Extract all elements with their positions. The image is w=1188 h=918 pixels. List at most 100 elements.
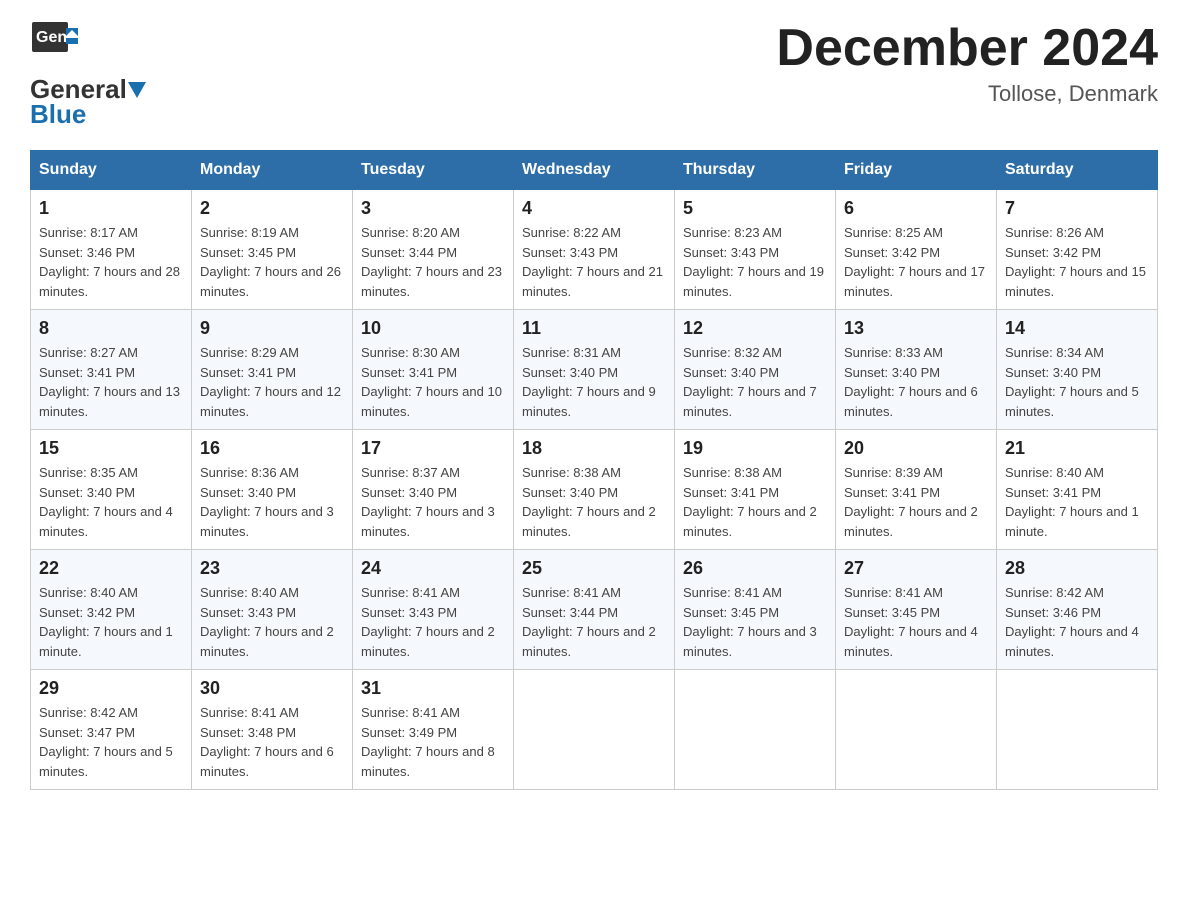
calendar-cell: 12 Sunrise: 8:32 AM Sunset: 3:40 PM Dayl… [675, 310, 836, 430]
day-info: Sunrise: 8:41 AM Sunset: 3:43 PM Dayligh… [361, 583, 505, 661]
day-info: Sunrise: 8:35 AM Sunset: 3:40 PM Dayligh… [39, 463, 183, 541]
day-info: Sunrise: 8:36 AM Sunset: 3:40 PM Dayligh… [200, 463, 344, 541]
day-info: Sunrise: 8:41 AM Sunset: 3:44 PM Dayligh… [522, 583, 666, 661]
calendar-cell: 14 Sunrise: 8:34 AM Sunset: 3:40 PM Dayl… [997, 310, 1158, 430]
day-info: Sunrise: 8:27 AM Sunset: 3:41 PM Dayligh… [39, 343, 183, 421]
day-number: 13 [844, 318, 988, 339]
day-number: 24 [361, 558, 505, 579]
day-info: Sunrise: 8:41 AM Sunset: 3:48 PM Dayligh… [200, 703, 344, 781]
day-info: Sunrise: 8:41 AM Sunset: 3:45 PM Dayligh… [844, 583, 988, 661]
week-row-1: 1 Sunrise: 8:17 AM Sunset: 3:46 PM Dayli… [31, 190, 1158, 310]
day-info: Sunrise: 8:41 AM Sunset: 3:45 PM Dayligh… [683, 583, 827, 661]
day-number: 23 [200, 558, 344, 579]
day-info: Sunrise: 8:34 AM Sunset: 3:40 PM Dayligh… [1005, 343, 1149, 421]
day-number: 5 [683, 198, 827, 219]
page-header: Gen General Blue December 2024 Tollose, … [30, 20, 1158, 130]
day-number: 11 [522, 318, 666, 339]
calendar-cell [836, 670, 997, 790]
day-number: 8 [39, 318, 183, 339]
calendar-subtitle: Tollose, Denmark [776, 81, 1158, 107]
calendar-cell: 29 Sunrise: 8:42 AM Sunset: 3:47 PM Dayl… [31, 670, 192, 790]
day-info: Sunrise: 8:32 AM Sunset: 3:40 PM Dayligh… [683, 343, 827, 421]
calendar-cell: 19 Sunrise: 8:38 AM Sunset: 3:41 PM Dayl… [675, 430, 836, 550]
weekday-header-tuesday: Tuesday [353, 151, 514, 190]
day-info: Sunrise: 8:29 AM Sunset: 3:41 PM Dayligh… [200, 343, 344, 421]
logo: Gen General Blue [30, 20, 147, 130]
day-number: 4 [522, 198, 666, 219]
day-info: Sunrise: 8:30 AM Sunset: 3:41 PM Dayligh… [361, 343, 505, 421]
day-info: Sunrise: 8:20 AM Sunset: 3:44 PM Dayligh… [361, 223, 505, 301]
logo-icon: Gen [30, 20, 82, 72]
day-number: 12 [683, 318, 827, 339]
header-row: SundayMondayTuesdayWednesdayThursdayFrid… [31, 151, 1158, 190]
weekday-header-sunday: Sunday [31, 151, 192, 190]
calendar-cell: 22 Sunrise: 8:40 AM Sunset: 3:42 PM Dayl… [31, 550, 192, 670]
calendar-cell: 2 Sunrise: 8:19 AM Sunset: 3:45 PM Dayli… [192, 190, 353, 310]
day-info: Sunrise: 8:31 AM Sunset: 3:40 PM Dayligh… [522, 343, 666, 421]
calendar-cell: 15 Sunrise: 8:35 AM Sunset: 3:40 PM Dayl… [31, 430, 192, 550]
day-info: Sunrise: 8:38 AM Sunset: 3:40 PM Dayligh… [522, 463, 666, 541]
day-info: Sunrise: 8:40 AM Sunset: 3:42 PM Dayligh… [39, 583, 183, 661]
calendar-cell: 21 Sunrise: 8:40 AM Sunset: 3:41 PM Dayl… [997, 430, 1158, 550]
weekday-header-saturday: Saturday [997, 151, 1158, 190]
day-number: 19 [683, 438, 827, 459]
day-info: Sunrise: 8:25 AM Sunset: 3:42 PM Dayligh… [844, 223, 988, 301]
week-row-5: 29 Sunrise: 8:42 AM Sunset: 3:47 PM Dayl… [31, 670, 1158, 790]
calendar-cell: 23 Sunrise: 8:40 AM Sunset: 3:43 PM Dayl… [192, 550, 353, 670]
weekday-header-friday: Friday [836, 151, 997, 190]
day-info: Sunrise: 8:19 AM Sunset: 3:45 PM Dayligh… [200, 223, 344, 301]
day-number: 18 [522, 438, 666, 459]
day-number: 27 [844, 558, 988, 579]
calendar-cell: 9 Sunrise: 8:29 AM Sunset: 3:41 PM Dayli… [192, 310, 353, 430]
calendar-cell [997, 670, 1158, 790]
calendar-cell [675, 670, 836, 790]
calendar-cell: 16 Sunrise: 8:36 AM Sunset: 3:40 PM Dayl… [192, 430, 353, 550]
calendar-cell: 4 Sunrise: 8:22 AM Sunset: 3:43 PM Dayli… [514, 190, 675, 310]
day-number: 9 [200, 318, 344, 339]
weekday-header-wednesday: Wednesday [514, 151, 675, 190]
calendar-cell [514, 670, 675, 790]
day-number: 6 [844, 198, 988, 219]
day-number: 2 [200, 198, 344, 219]
weekday-header-monday: Monday [192, 151, 353, 190]
logo-triangle-icon [128, 82, 146, 98]
calendar-cell: 6 Sunrise: 8:25 AM Sunset: 3:42 PM Dayli… [836, 190, 997, 310]
day-number: 29 [39, 678, 183, 699]
day-info: Sunrise: 8:42 AM Sunset: 3:47 PM Dayligh… [39, 703, 183, 781]
day-info: Sunrise: 8:40 AM Sunset: 3:41 PM Dayligh… [1005, 463, 1149, 541]
week-row-4: 22 Sunrise: 8:40 AM Sunset: 3:42 PM Dayl… [31, 550, 1158, 670]
calendar-table: SundayMondayTuesdayWednesdayThursdayFrid… [30, 150, 1158, 790]
calendar-cell: 18 Sunrise: 8:38 AM Sunset: 3:40 PM Dayl… [514, 430, 675, 550]
calendar-cell: 13 Sunrise: 8:33 AM Sunset: 3:40 PM Dayl… [836, 310, 997, 430]
day-info: Sunrise: 8:33 AM Sunset: 3:40 PM Dayligh… [844, 343, 988, 421]
week-row-2: 8 Sunrise: 8:27 AM Sunset: 3:41 PM Dayli… [31, 310, 1158, 430]
day-number: 28 [1005, 558, 1149, 579]
calendar-cell: 1 Sunrise: 8:17 AM Sunset: 3:46 PM Dayli… [31, 190, 192, 310]
day-number: 7 [1005, 198, 1149, 219]
calendar-cell: 20 Sunrise: 8:39 AM Sunset: 3:41 PM Dayl… [836, 430, 997, 550]
calendar-cell: 3 Sunrise: 8:20 AM Sunset: 3:44 PM Dayli… [353, 190, 514, 310]
day-info: Sunrise: 8:39 AM Sunset: 3:41 PM Dayligh… [844, 463, 988, 541]
day-info: Sunrise: 8:42 AM Sunset: 3:46 PM Dayligh… [1005, 583, 1149, 661]
day-number: 10 [361, 318, 505, 339]
calendar-cell: 28 Sunrise: 8:42 AM Sunset: 3:46 PM Dayl… [997, 550, 1158, 670]
day-number: 3 [361, 198, 505, 219]
day-info: Sunrise: 8:40 AM Sunset: 3:43 PM Dayligh… [200, 583, 344, 661]
logo-blue: Blue [30, 99, 86, 130]
calendar-cell: 24 Sunrise: 8:41 AM Sunset: 3:43 PM Dayl… [353, 550, 514, 670]
day-info: Sunrise: 8:37 AM Sunset: 3:40 PM Dayligh… [361, 463, 505, 541]
calendar-cell: 5 Sunrise: 8:23 AM Sunset: 3:43 PM Dayli… [675, 190, 836, 310]
day-number: 1 [39, 198, 183, 219]
calendar-cell: 31 Sunrise: 8:41 AM Sunset: 3:49 PM Dayl… [353, 670, 514, 790]
calendar-title: December 2024 [776, 20, 1158, 77]
day-number: 16 [200, 438, 344, 459]
day-number: 14 [1005, 318, 1149, 339]
day-number: 22 [39, 558, 183, 579]
day-number: 26 [683, 558, 827, 579]
calendar-cell: 25 Sunrise: 8:41 AM Sunset: 3:44 PM Dayl… [514, 550, 675, 670]
calendar-cell: 11 Sunrise: 8:31 AM Sunset: 3:40 PM Dayl… [514, 310, 675, 430]
day-number: 15 [39, 438, 183, 459]
calendar-cell: 30 Sunrise: 8:41 AM Sunset: 3:48 PM Dayl… [192, 670, 353, 790]
weekday-header-thursday: Thursday [675, 151, 836, 190]
day-info: Sunrise: 8:17 AM Sunset: 3:46 PM Dayligh… [39, 223, 183, 301]
